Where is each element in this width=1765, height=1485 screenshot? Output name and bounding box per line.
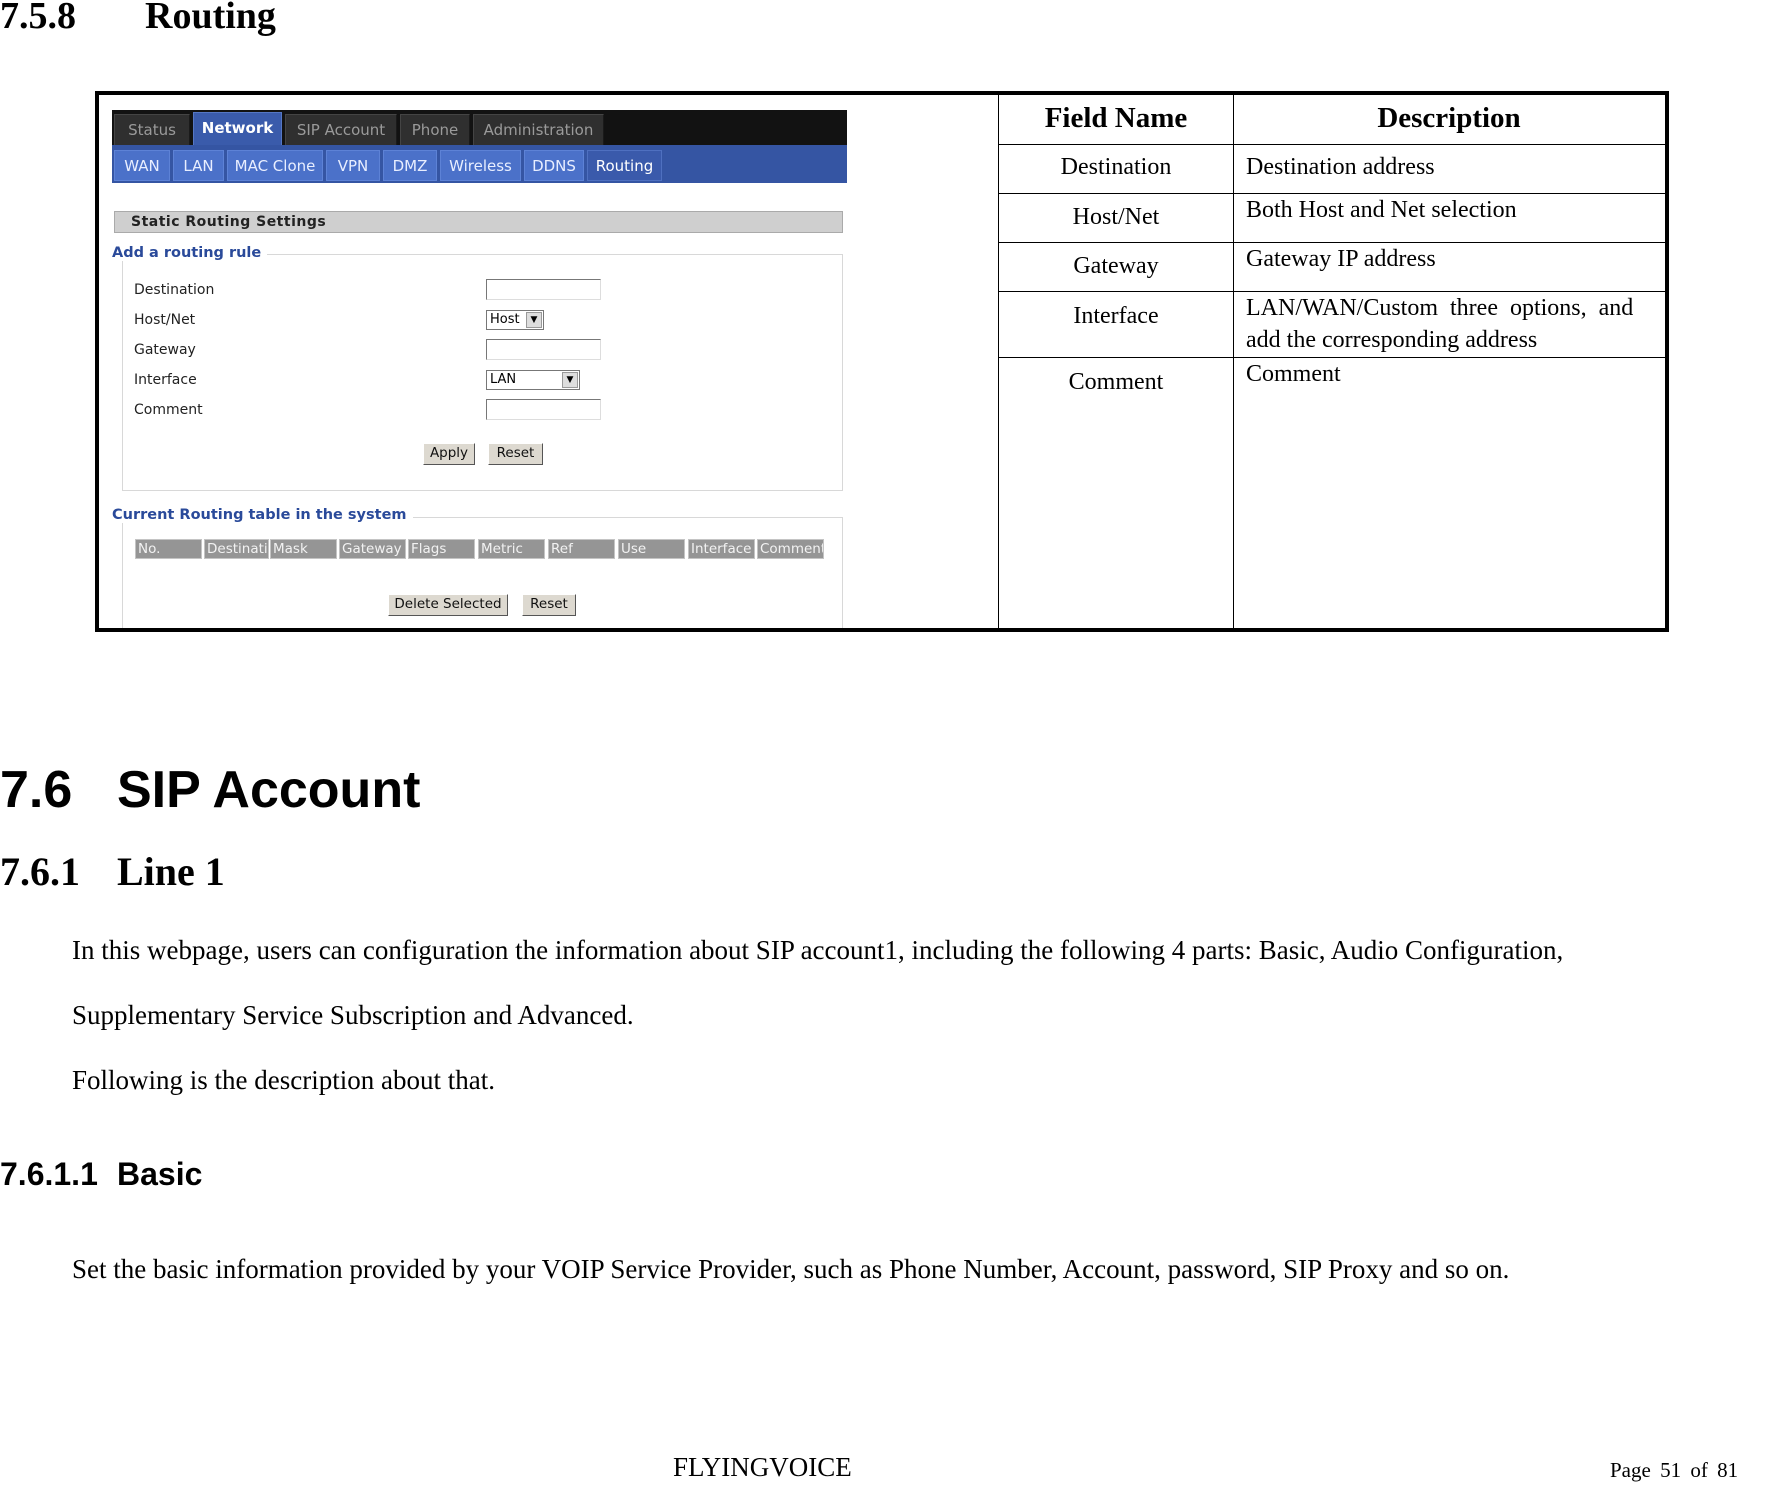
intro-paragraph-line: In this webpage, users can configuration… (72, 935, 1564, 965)
routing-table-column-header: No. (135, 539, 202, 559)
table-divider (1233, 95, 1234, 628)
subtab-routing[interactable]: Routing (587, 150, 662, 181)
section-heading-sip-account: 7.6 SIP Account (0, 760, 420, 820)
field-description-cell: Destination address (1246, 154, 1435, 180)
routing-table-column-header: Metric (478, 539, 545, 559)
section-number: 7.6.1.1 (0, 1156, 98, 1192)
routing-table-column-header: Use (618, 539, 685, 559)
footer-brand: FLYINGVOICE (673, 1452, 852, 1482)
routing-table-reset-button[interactable]: Reset (522, 594, 576, 616)
section-title: Routing (145, 0, 276, 37)
section-heading-line1: 7.6.1 Line 1 (0, 848, 225, 895)
add-rule-legend: Add a routing rule (112, 245, 268, 261)
field-name-cell: Gateway (1073, 253, 1159, 279)
destination-label: Destination (134, 282, 215, 298)
subtab-dmz[interactable]: DMZ (383, 150, 437, 181)
column-header-description: Description (1377, 102, 1521, 134)
intro-paragraph-line: Supplementary Service Subscription and A… (72, 1000, 634, 1030)
table-divider (998, 357, 1665, 358)
host-net-selected-value: Host (490, 312, 520, 327)
table-divider (998, 291, 1665, 292)
interface-selected-value: LAN (490, 372, 517, 387)
table-divider (998, 193, 1665, 194)
field-name-cell: Destination (1060, 154, 1172, 180)
field-description-cell: LAN/WAN/Custom three options, and (1246, 295, 1634, 321)
chevron-down-icon[interactable]: ▼ (562, 372, 578, 388)
page-current: 51 (1660, 1458, 1682, 1482)
table-divider (998, 144, 1665, 145)
router-ui-screenshot: Status Network SIP Account Phone Adminis… (112, 110, 847, 628)
subtab-mac-clone[interactable]: MAC Clone (227, 150, 323, 181)
add-rule-fieldset (122, 254, 843, 491)
section-number: 7.6.1 (0, 849, 80, 894)
routing-table-column-header: Mask (270, 539, 337, 559)
routing-table-legend: Current Routing table in the system (112, 507, 413, 523)
table-divider (998, 242, 1665, 243)
section-title: SIP Account (117, 761, 421, 819)
tab-administration[interactable]: Administration (473, 114, 604, 145)
routing-table-column-header: Gateway (339, 539, 406, 559)
comment-label: Comment (134, 402, 203, 418)
section-heading-basic: 7.6.1.1 Basic (0, 1156, 202, 1193)
subtab-wireless[interactable]: Wireless (440, 150, 521, 181)
subtab-wan[interactable]: WAN (114, 150, 170, 181)
section-title: Basic (117, 1156, 203, 1192)
routing-table-column-header: Interface (688, 539, 755, 559)
section-title-bar: Static Routing Settings (114, 211, 843, 233)
interface-label: Interface (134, 372, 197, 388)
section-number: 7.5.8 (0, 0, 76, 37)
routing-table-column-header: Destination (204, 539, 269, 559)
field-description-cell: Comment (1246, 361, 1341, 387)
field-description-cell: add the corresponding address (1246, 327, 1538, 353)
page-of: of (1690, 1458, 1708, 1482)
tab-status[interactable]: Status (114, 114, 190, 145)
intro-paragraph-line: Following is the description about that. (72, 1065, 495, 1095)
page-total: 81 (1717, 1458, 1739, 1482)
chevron-down-icon[interactable]: ▼ (526, 312, 542, 328)
tab-sip-account[interactable]: SIP Account (285, 114, 397, 145)
apply-button[interactable]: Apply (423, 443, 475, 465)
page-number: Page 51 of 81 (1610, 1458, 1738, 1483)
column-header-field-name: Field Name (1044, 102, 1188, 134)
basic-description: Set the basic information provided by yo… (72, 1254, 1510, 1284)
delete-selected-button[interactable]: Delete Selected (388, 594, 508, 616)
reset-button[interactable]: Reset (488, 443, 543, 465)
gateway-label: Gateway (134, 342, 196, 358)
section-number: 7.6 (0, 761, 73, 819)
field-description-cell: Gateway IP address (1246, 246, 1436, 272)
tab-network[interactable]: Network (193, 112, 282, 146)
field-name-cell: Host/Net (1072, 204, 1160, 230)
routing-table-column-header: Comment (757, 539, 824, 559)
subtab-lan[interactable]: LAN (173, 150, 224, 181)
subtab-vpn[interactable]: VPN (326, 150, 380, 181)
routing-table-column-header: Ref (548, 539, 615, 559)
comment-input[interactable] (486, 399, 601, 420)
field-name-cell: Comment (1068, 369, 1164, 395)
interface-select[interactable]: LAN ▼ (486, 370, 580, 390)
section-title: Line 1 (117, 849, 225, 894)
destination-input[interactable] (486, 279, 601, 300)
tab-phone[interactable]: Phone (400, 114, 470, 145)
gateway-input[interactable] (486, 339, 601, 360)
page-label: Page (1610, 1458, 1651, 1482)
host-net-select[interactable]: Host ▼ (486, 310, 544, 330)
field-name-cell: Interface (1073, 303, 1159, 329)
section-heading-routing: 7.5.8 Routing (0, 0, 276, 38)
field-description-cell: Both Host and Net selection (1246, 197, 1517, 223)
routing-table-column-header: Flags (408, 539, 475, 559)
subtab-ddns[interactable]: DDNS (524, 150, 584, 181)
host-net-label: Host/Net (134, 312, 196, 328)
